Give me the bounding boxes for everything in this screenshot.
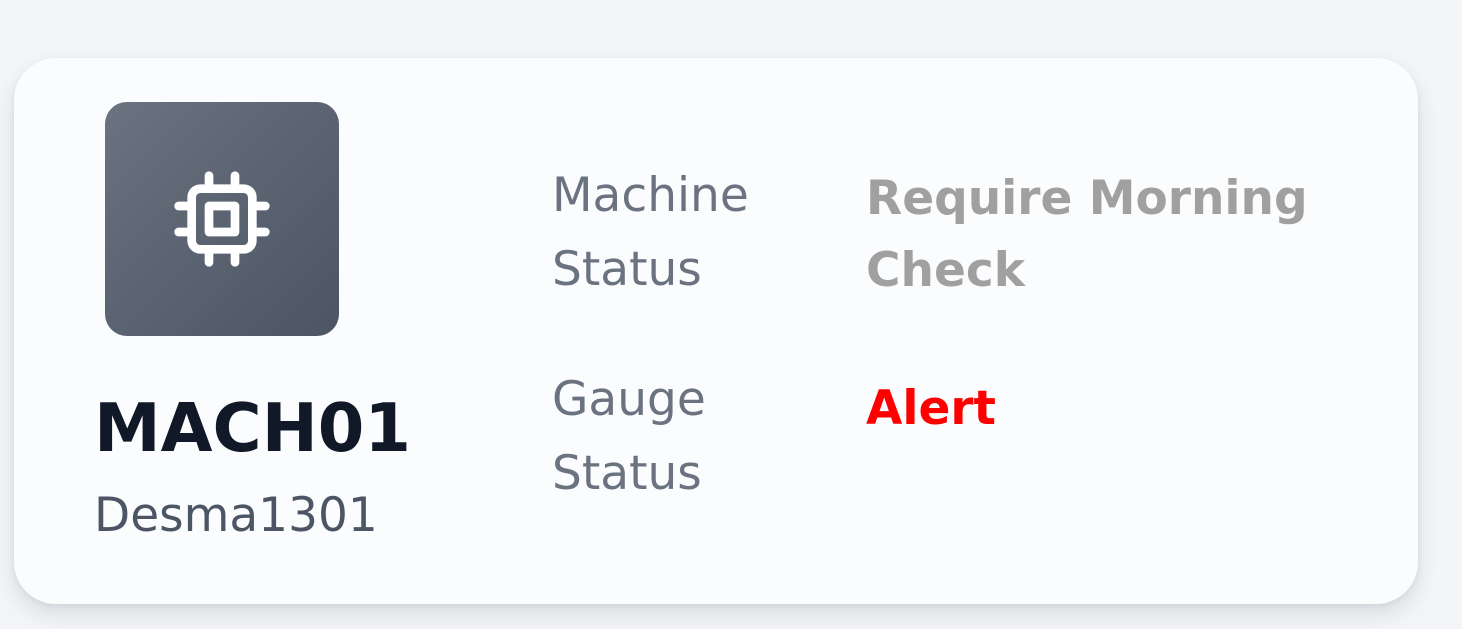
- machine-status-value: Require Morning Check: [866, 171, 1308, 298]
- gauge-status-label: Gauge Status: [552, 372, 706, 501]
- machine-status-label: Machine Status: [552, 168, 749, 297]
- machine-icon-tile: [105, 102, 339, 336]
- machine-card[interactable]: MACH01 Desma1301 Machine Status Require …: [14, 58, 1418, 604]
- machine-id: MACH01: [94, 389, 412, 467]
- machine-model: Desma1301: [94, 488, 378, 543]
- gauge-status-value: Alert: [866, 381, 997, 436]
- cpu-chip-icon: [174, 171, 270, 267]
